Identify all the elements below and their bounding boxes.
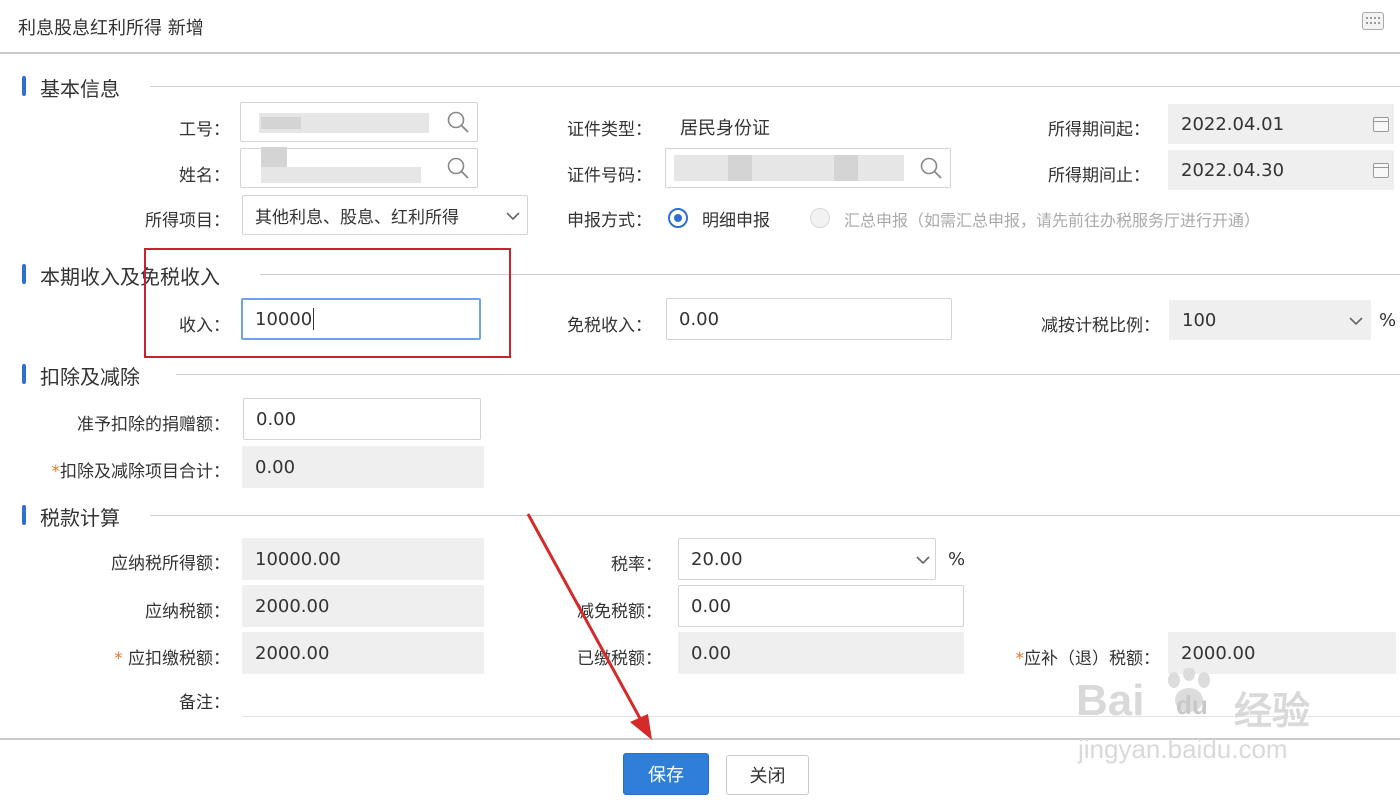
- period-start-input[interactable]: 2022.04.01: [1168, 104, 1394, 144]
- dialog-title: 利息股息红利所得 新增: [18, 18, 204, 39]
- name-input[interactable]: [240, 147, 478, 188]
- section-title-tax: 税款计算: [40, 502, 128, 531]
- search-icon[interactable]: [920, 157, 942, 179]
- close-button[interactable]: 关闭: [726, 755, 809, 795]
- paid-tax-input: 0.00: [678, 632, 964, 674]
- section-marker: [22, 505, 26, 525]
- exempt-income-label: 免税收入：: [567, 316, 652, 336]
- watermark-url: jingyan.baidu.com: [1078, 734, 1288, 764]
- paid-tax-value: 0.00: [691, 642, 732, 664]
- section-title-deduction: 扣除及减除: [40, 361, 148, 390]
- masked-value: [674, 155, 904, 181]
- masked-value: [261, 147, 287, 167]
- exempt-income-value: 0.00: [679, 308, 720, 330]
- calendar-icon[interactable]: [1373, 117, 1389, 132]
- section-marker: [22, 264, 26, 284]
- annotation-arrow: [526, 513, 652, 740]
- tax-payable-label: 应纳税额：: [145, 602, 230, 622]
- id-number-input[interactable]: [665, 148, 951, 188]
- remark-label: 备注：: [179, 693, 230, 713]
- calendar-icon[interactable]: [1373, 163, 1389, 178]
- withhold-tax-input: 2000.00: [242, 632, 484, 674]
- period-end-value: 2022.04.30: [1181, 159, 1285, 181]
- deduction-total-text: 扣除及减除项目合计：: [60, 462, 230, 482]
- withhold-tax-value: 2000.00: [255, 642, 330, 664]
- tax-payable-input: 2000.00: [242, 585, 484, 627]
- chevron-down-icon: [916, 556, 930, 565]
- masked-value: [261, 167, 421, 183]
- deduction-total-value: 0.00: [255, 456, 296, 478]
- deduction-total-label: *扣除及减除项目合计：: [0, 457, 231, 482]
- taxable-income-label: 应纳税所得额：: [111, 554, 230, 574]
- tax-ratio-value: 100: [1182, 309, 1217, 331]
- chevron-down-icon: [506, 212, 520, 221]
- tax-ratio-select[interactable]: 100: [1169, 300, 1371, 340]
- id-type-value: 居民身份证: [680, 118, 770, 139]
- required-mark: *: [51, 462, 61, 482]
- tax-relief-value: 0.00: [691, 595, 732, 617]
- emp-id-label: 工号：: [179, 120, 230, 140]
- required-mark: *: [114, 649, 123, 669]
- watermark-brand-cn: 经验: [1234, 691, 1311, 733]
- tax-rate-value: 20.00: [691, 548, 743, 570]
- income-item-select[interactable]: 其他利息、股息、红利所得: [242, 195, 528, 235]
- deduction-total-input: 0.00: [242, 446, 484, 488]
- masked-value: [834, 155, 858, 181]
- taxable-income-input: 10000.00: [242, 538, 484, 580]
- refund-tax-value: 2000.00: [1181, 642, 1256, 664]
- taxable-income-value: 10000.00: [255, 548, 341, 570]
- refund-tax-label: *应补（退）税额：: [975, 644, 1161, 669]
- radio-detail-label[interactable]: 明细申报: [702, 206, 770, 231]
- id-number-label: 证件号码：: [567, 166, 652, 186]
- chevron-down-icon: [1349, 317, 1363, 326]
- section-divider: [176, 374, 1400, 375]
- exempt-income-input[interactable]: 0.00: [666, 298, 952, 340]
- id-type-label: 证件类型：: [567, 120, 652, 140]
- masked-value: [728, 155, 752, 181]
- period-end-label: 所得期间止：: [1048, 166, 1150, 186]
- section-divider: [150, 515, 1400, 516]
- masked-value: [261, 117, 301, 129]
- dialog-titlebar: [0, 0, 1400, 54]
- tax-ratio-unit: %: [1379, 310, 1397, 331]
- required-mark: *: [1015, 649, 1025, 669]
- tax-rate-unit: %: [948, 549, 966, 570]
- tax-payable-value: 2000.00: [255, 595, 330, 617]
- baidu-watermark: Bai du 经验 jingyan.baidu.com: [1076, 668, 1396, 776]
- radio-summary-report[interactable]: [810, 208, 830, 228]
- watermark-brand-du: du: [1176, 690, 1208, 720]
- save-button[interactable]: 保存: [623, 753, 709, 795]
- report-method-label: 申报方式：: [567, 211, 652, 231]
- radio-detail-report[interactable]: [668, 208, 688, 228]
- withhold-tax-label: * 应扣缴税额：: [40, 644, 230, 669]
- section-marker: [22, 76, 26, 96]
- search-icon[interactable]: [447, 111, 469, 133]
- emp-id-input[interactable]: [240, 102, 478, 142]
- withhold-tax-text: 应扣缴税额：: [128, 649, 230, 669]
- tax-ratio-label: 减按计税比例：: [1041, 316, 1160, 336]
- income-item-value: 其他利息、股息、红利所得: [255, 207, 459, 228]
- keyboard-icon[interactable]: [1362, 12, 1384, 30]
- tax-relief-input[interactable]: 0.00: [678, 585, 964, 627]
- period-start-value: 2022.04.01: [1181, 113, 1285, 135]
- income-item-label: 所得项目：: [145, 211, 230, 231]
- section-title-basic: 基本信息: [40, 73, 128, 102]
- radio-summary-label: 汇总申报（如需汇总申报，请先前往办税服务厅进行开通）: [844, 211, 1261, 230]
- name-label: 姓名：: [179, 166, 230, 186]
- watermark-brand: Bai: [1076, 676, 1145, 725]
- tax-rate-select[interactable]: 20.00: [678, 538, 936, 580]
- search-icon[interactable]: [447, 157, 469, 179]
- refund-tax-text: 应补（退）税额：: [1024, 649, 1160, 669]
- donation-label: 准予扣除的捐赠额：: [77, 415, 230, 435]
- period-end-input[interactable]: 2022.04.30: [1168, 150, 1394, 190]
- donation-value: 0.00: [256, 408, 297, 430]
- donation-input[interactable]: 0.00: [243, 398, 481, 440]
- section-marker: [22, 364, 26, 384]
- period-start-label: 所得期间起：: [1048, 120, 1150, 140]
- section-divider: [150, 86, 1400, 87]
- highlight-box: [144, 248, 511, 358]
